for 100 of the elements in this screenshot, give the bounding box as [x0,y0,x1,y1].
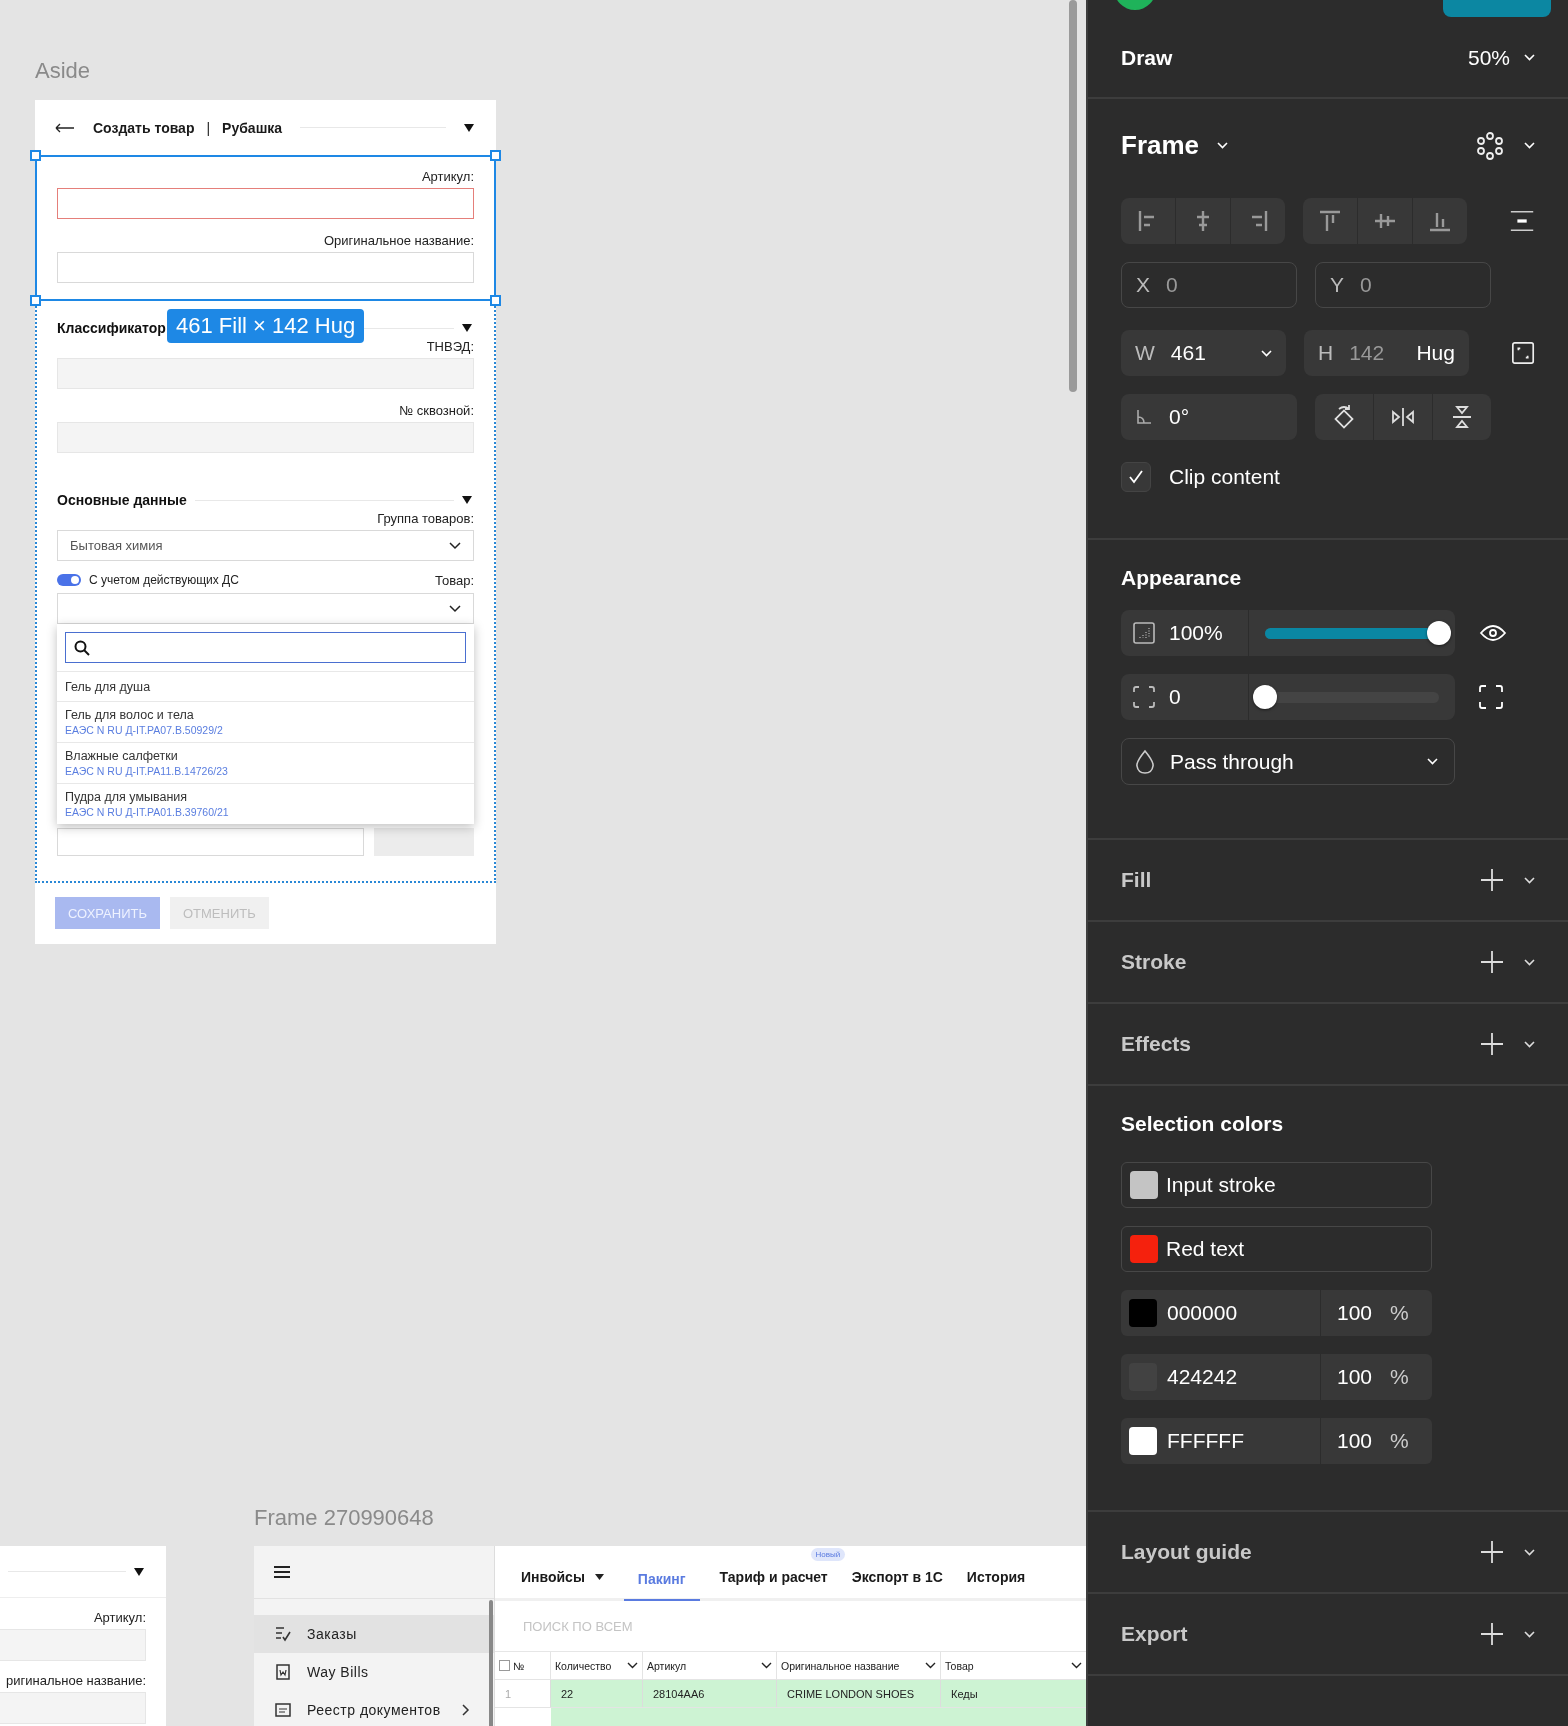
column-header[interactable]: Количество [551,1652,643,1679]
document-icon [274,1701,292,1719]
plus-icon[interactable] [1480,950,1504,974]
section-title: Export [1121,1622,1188,1646]
blend-mode-dropdown[interactable]: Pass through [1121,738,1455,785]
chevron-icon[interactable] [1524,876,1535,884]
drop-icon [1134,748,1156,775]
select-field[interactable] [57,593,474,624]
chevron-icon[interactable] [1524,1630,1535,1638]
table-cell: 28104AA6 [643,1680,777,1707]
component-icon[interactable] [1476,131,1504,160]
table-cell: CRIME LONDON SHOES [777,1680,941,1707]
resize-handle[interactable] [30,295,41,306]
rotation-field[interactable]: 0° [1121,394,1297,440]
caret-icon[interactable] [134,1567,144,1576]
toggle-switch[interactable] [57,574,81,586]
plus-icon[interactable] [1480,868,1504,892]
size-badge: 461 Fill × 142 Hug [167,309,365,343]
frame-dropdown[interactable]: Frame [1121,130,1229,161]
field-label: № сквозной: [398,403,474,418]
opacity-field[interactable]: 100 % [1321,1354,1409,1400]
chevron-icon[interactable] [1524,1040,1535,1048]
menu-icon[interactable] [274,1566,290,1578]
resize-icon[interactable] [1510,340,1535,366]
height-field[interactable]: H 142 Hug [1303,330,1469,376]
separator: | [206,119,211,136]
dropdown-option[interactable]: Пудра для умывания ЕАЭС N RU Д-IT.PA01.B.39760/21 [57,783,474,824]
back-arrow-icon[interactable] [55,122,75,133]
dropdown-option[interactable]: Влажные салфетки ЕАЭС N RU Д-IT.PA11.B.14726/23 [57,742,474,783]
caret-icon[interactable] [462,324,472,332]
chevron-icon [925,1662,936,1669]
tab[interactable]: Тариф и расчет [715,1562,832,1598]
section-title: Selection colors [1121,1112,1285,1136]
color-field[interactable]: 424242 [1121,1354,1321,1400]
toggle-label: С учетом действующих ДС [89,573,239,587]
resize-handle[interactable] [490,295,501,306]
caret-icon[interactable] [462,496,472,504]
checkbox[interactable] [1121,462,1151,492]
field-label: Артикул: [420,169,474,184]
plus-icon[interactable] [1480,1622,1504,1646]
width-field[interactable]: W 461 [1121,330,1286,376]
slider-thumb[interactable] [1427,620,1451,645]
section-title: Appearance [1121,566,1243,590]
dropdown-option[interactable]: Гель для волос и тела ЕАЭС N RU Д-IT.PA07.B.50929/2 [57,701,474,742]
chevron-icon [1524,54,1535,61]
resize-handle[interactable] [490,150,501,161]
section-title: Fill [1121,868,1152,892]
color-style-item[interactable]: Input stroke [1121,1162,1432,1208]
table-cell: Кеды [941,1680,1086,1707]
search-icon [74,639,90,656]
text-field[interactable] [57,188,474,219]
angle-icon [1135,408,1153,426]
checklist-icon [274,1625,292,1643]
section-title: Effects [1121,1032,1192,1056]
sidebar-item[interactable]: Заказы [254,1615,494,1653]
caret-icon[interactable] [464,123,474,132]
document-icon [274,1663,292,1681]
search-field[interactable] [65,632,466,663]
opacity-field[interactable]: 100 % [1321,1418,1409,1464]
mode-label: Draw [1121,45,1173,70]
resize-handle[interactable] [30,150,41,161]
chevron-icon[interactable] [1524,1548,1535,1556]
x-field[interactable]: X 0 [1121,262,1297,308]
plus-icon[interactable] [1480,1032,1504,1056]
tab[interactable]: История [962,1562,1030,1598]
section-title: Классификатор [57,320,166,336]
sidebar-item[interactable]: Way Bills [254,1653,494,1691]
frame-label: Frame 270990648 [254,1505,434,1531]
corners-icon[interactable] [1479,685,1503,709]
checkbox[interactable] [499,1660,510,1671]
slider-thumb[interactable] [1253,684,1277,709]
color-field[interactable]: 000000 [1121,1290,1321,1336]
scrollbar[interactable] [489,1600,493,1726]
chevron-icon [1071,1662,1082,1669]
y-field[interactable]: Y 0 [1315,262,1491,308]
color-style-item[interactable]: Red text [1121,1226,1432,1272]
field-label: Товар: [435,572,474,588]
color-field[interactable]: FFFFFF [1121,1418,1321,1464]
chevron-icon [1217,142,1229,149]
tab[interactable]: Пакинг [623,1565,700,1601]
opacity-field[interactable]: 100 % [1321,1290,1409,1336]
column-header[interactable]: Оригинальное название [777,1652,941,1679]
column-header[interactable]: Артикул [643,1652,777,1679]
dropdown-option[interactable]: Гель для душа [57,671,474,701]
field-label: ригинальное название: [5,1673,147,1688]
zoom-dropdown[interactable]: 50% [1467,45,1535,70]
tab[interactable]: Экспорт в 1С [847,1562,947,1598]
chevron-icon [627,1662,638,1669]
plus-icon[interactable] [1480,1540,1504,1564]
select-field[interactable]: Бытовая химия [57,530,474,561]
form-subtitle: Рубашка [222,119,283,136]
chevron-icon[interactable] [1524,958,1535,966]
checkbox-label: Clip content [1169,465,1280,489]
section-title: Основные данные [57,492,187,508]
column-header[interactable]: № [495,1652,551,1679]
section-title: Layout guide [1121,1540,1252,1564]
tab[interactable]: Инвойсы [517,1562,608,1598]
scrollbar[interactable] [1069,0,1077,392]
eye-icon[interactable] [1479,623,1507,643]
sidebar-item[interactable]: Реестр документов [254,1691,494,1726]
